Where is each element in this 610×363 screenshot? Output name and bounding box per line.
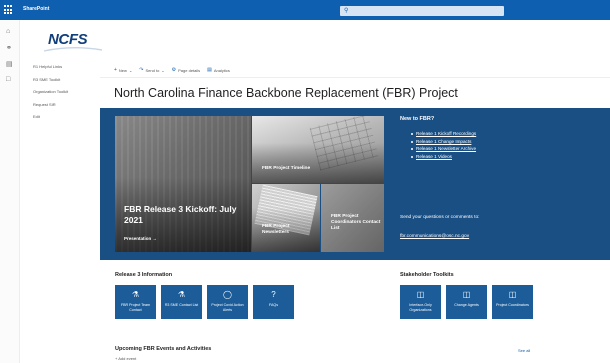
fbr-link-item[interactable]: Release 1 Change Impacts	[411, 139, 600, 147]
search-icon: ⚲	[344, 8, 349, 14]
quicklink-label: FBR Project Team Contact	[120, 303, 151, 312]
page-icon[interactable]: □	[6, 76, 10, 83]
add-event-button[interactable]: + Add event	[115, 356, 136, 361]
quicklink-label: FAQs	[269, 303, 278, 307]
questions-text: Send your questions or comments to:	[400, 215, 480, 220]
page-title: North Carolina Finance Backbone Replacem…	[114, 86, 458, 100]
toolkit-interface-only-organizations[interactable]: ◫ Interface-Only Organizations	[400, 285, 441, 319]
hero-tile-timeline[interactable]: FBR Project Timeline	[252, 116, 384, 183]
toolkit-label: Interface-Only Organizations	[409, 303, 432, 312]
toolkit-label: Change Agents	[454, 303, 479, 307]
share-icon: ↷	[139, 67, 144, 73]
new-to-fbr-heading: New to FBR?	[400, 116, 435, 122]
hero-tile-shade	[115, 116, 251, 252]
plus-icon: +	[114, 67, 117, 73]
release3-heading: Release 3 Information	[115, 272, 173, 278]
toolkits-heading: Stakeholder Toolkits	[400, 272, 454, 278]
toolkit-label: Project Coordinators	[496, 303, 529, 307]
nav-item-r1-helpful-links[interactable]: R1 Helpful Links	[33, 64, 93, 77]
app-rail: ⌂ ⚭ ▤ □	[0, 20, 20, 363]
home-icon[interactable]: ⌂	[6, 28, 10, 35]
add-event-label: Add event	[118, 356, 137, 361]
hero-tile-kickoff[interactable]: FBR Release 3 Kickoff: July 2021 Present…	[115, 116, 251, 252]
send-to-label: Send to	[145, 67, 160, 73]
people-icon: ⚗	[177, 290, 186, 299]
new-to-fbr-panel: New to FBR? Release 1 Kickoff Recordings…	[400, 116, 600, 162]
nav-item-request-sir[interactable]: Request SIR	[33, 102, 93, 115]
toolbox-icon: ◫	[416, 290, 425, 299]
toolkit-project-coordinators[interactable]: ◫ Project Coordinators	[492, 285, 533, 319]
toolkit-change-agents[interactable]: ◫ Change Agents	[446, 285, 487, 319]
analytics-button[interactable]: ▤ Analytics	[207, 66, 230, 74]
people-icon: ⚗	[131, 290, 140, 299]
question-icon: ?	[271, 290, 276, 299]
quicklink-label: R3 SME Contact List	[164, 303, 199, 307]
new-button[interactable]: + New ⌄	[114, 66, 132, 74]
analytics-label: Analytics	[213, 67, 230, 73]
events-heading: Upcoming FBR Events and Activities	[115, 346, 212, 352]
left-navigation: R1 Helpful Links R3 SME Toolkit Organiza…	[33, 64, 93, 127]
site-logo[interactable]: NCFS	[36, 29, 116, 55]
send-to-button[interactable]: ↷ Send to ⌄	[139, 66, 164, 74]
quicklink-project-team-contact[interactable]: ⚗ FBR Project Team Contact	[115, 285, 156, 319]
app-name[interactable]: SharePoint	[23, 6, 49, 12]
gear-icon: ⚙	[171, 67, 177, 73]
logo-text: NCFS	[48, 31, 88, 48]
link-videos[interactable]: Release 1 Videos	[416, 154, 452, 159]
new-label: New	[118, 67, 127, 73]
nav-item-edit[interactable]: Edit	[33, 114, 93, 127]
fbr-link-item[interactable]: Release 1 Kickoff Recordings	[411, 131, 600, 139]
nav-item-r3-sme-toolkit[interactable]: R3 SME Toolkit	[33, 77, 93, 90]
toolbox-icon: ◫	[508, 290, 517, 299]
page-details-label: Page details	[178, 67, 201, 73]
see-all-link[interactable]: See all	[518, 348, 530, 353]
email-link[interactable]: fbr.communications@osc.nc.gov	[400, 234, 469, 239]
app-launcher-icon[interactable]	[4, 5, 14, 15]
link-kickoff-recordings[interactable]: Release 1 Kickoff Recordings	[416, 131, 476, 136]
shield-icon: ◯	[223, 290, 232, 299]
link-change-impacts[interactable]: Release 1 Change Impacts	[416, 139, 471, 144]
hero-tile-coordinators[interactable]: FBR Project Coordinators Contact List	[321, 184, 384, 252]
logo-swoosh-icon	[43, 47, 103, 52]
search-box[interactable]: ⚲	[340, 6, 504, 16]
link-newsletter-archive[interactable]: Release 1 Newsletter Archive	[416, 146, 476, 151]
chart-icon: ▤	[207, 67, 212, 73]
quicklink-faqs[interactable]: ? FAQs	[253, 285, 294, 319]
quicklink-covid-action-alerts[interactable]: ◯ Project Covid Action Alerts	[207, 285, 248, 319]
hero-tile-coordinators-title: FBR Project Coordinators Contact List	[331, 214, 381, 231]
nav-item-organization-toolkit[interactable]: Organization Toolkit	[33, 89, 93, 102]
presentation-link[interactable]: Presentation →	[124, 236, 157, 241]
hero-tile-kickoff-title: FBR Release 3 Kickoff: July 2021	[124, 204, 237, 225]
hero-tile-shade	[252, 116, 384, 183]
fbr-link-list: Release 1 Kickoff Recordings Release 1 C…	[400, 131, 600, 162]
hero-tile-timeline-title: FBR Project Timeline	[262, 166, 311, 171]
news-icon[interactable]: ▤	[6, 60, 13, 68]
toolbox-icon: ◫	[462, 290, 471, 299]
fbr-link-item[interactable]: Release 1 Videos	[411, 154, 600, 162]
quicklink-r3-sme-contact-list[interactable]: ⚗ R3 SME Contact List	[161, 285, 202, 319]
command-bar: + New ⌄ ↷ Send to ⌄ ⚙ Page details ▤ Analyti…	[114, 66, 230, 74]
command-bar-divider	[100, 77, 610, 78]
quicklink-label: Project Covid Action Alerts	[211, 303, 244, 312]
globe-icon[interactable]: ⚭	[6, 44, 12, 52]
hero-tile-newsletters[interactable]: FBR Project Newsletters	[252, 184, 320, 252]
hero-tile-shade	[252, 184, 320, 252]
fbr-link-item[interactable]: Release 1 Newsletter Archive	[411, 146, 600, 154]
suite-bar: SharePoint ⚲	[0, 0, 610, 20]
page-details-button[interactable]: ⚙ Page details	[172, 66, 201, 74]
hero-tile-newsletters-title: FBR Project Newsletters	[262, 224, 290, 235]
